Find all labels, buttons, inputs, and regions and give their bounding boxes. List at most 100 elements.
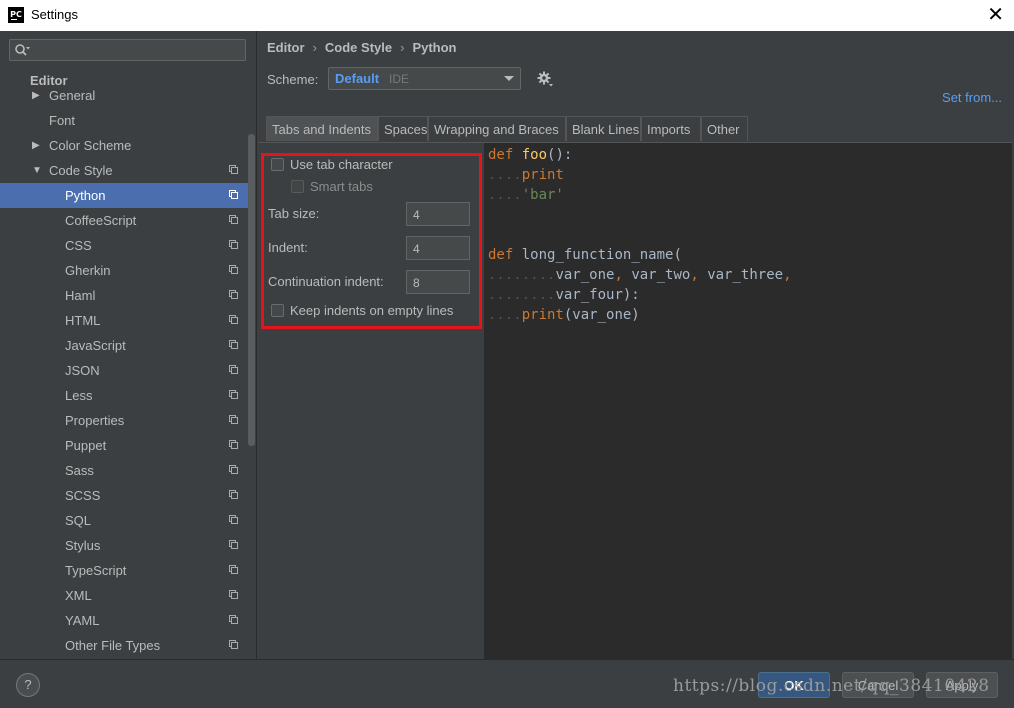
sidebar-item-color-scheme[interactable]: ▶ Color Scheme: [0, 133, 248, 158]
sidebar-item-label: Gherkin: [65, 263, 111, 278]
sidebar-scrollbar[interactable]: [248, 134, 255, 446]
sidebar-item-json[interactable]: JSON: [0, 358, 248, 383]
sidebar-item-label: SQL: [65, 513, 92, 528]
settings-search-box[interactable]: [9, 39, 246, 61]
gear-icon[interactable]: [537, 71, 553, 87]
breadcrumb-separator: ›: [400, 40, 405, 55]
window-title: Settings: [31, 7, 78, 22]
sidebar-item-label: Other File Types: [65, 638, 161, 653]
sidebar-item-label: Haml: [65, 288, 96, 303]
sidebar-item-label: JavaScript: [65, 338, 126, 353]
tab-imports[interactable]: Imports: [641, 116, 701, 141]
copy-scheme-icon: [229, 390, 238, 399]
sidebar-item-label: CoffeeScript: [65, 213, 137, 228]
code-line: ........var_one, var_two, var_three,: [488, 267, 792, 283]
pycharm-logo-icon: PC: [8, 7, 24, 23]
sidebar-item-haml[interactable]: Haml: [0, 283, 248, 308]
chevron-down-icon[interactable]: ▼: [32, 158, 42, 183]
sidebar-item-coffeescript[interactable]: CoffeeScript: [0, 208, 248, 233]
sidebar-item-properties[interactable]: Properties: [0, 408, 248, 433]
copy-scheme-icon: [229, 565, 238, 574]
breadcrumb-separator: ›: [312, 40, 317, 55]
scheme-label: Scheme:: [267, 72, 319, 87]
scheme-type: IDE: [389, 72, 410, 86]
sidebar-item-less[interactable]: Less: [0, 383, 248, 408]
sidebar-item-javascript[interactable]: JavaScript: [0, 333, 248, 358]
code-preview: def foo(): ....print ....'bar' def long_…: [484, 143, 1012, 659]
scheme-name: Default: [335, 71, 380, 86]
sidebar-item-python[interactable]: Python: [0, 183, 248, 208]
title-bar: PC Settings ✕: [0, 0, 1014, 31]
sidebar-item-code-style[interactable]: ▼ Code Style: [0, 158, 248, 183]
breadcrumb-python: Python: [412, 40, 457, 55]
sidebar-item-yaml[interactable]: YAML: [0, 608, 248, 633]
sidebar-item-general[interactable]: ▶ General: [0, 83, 248, 108]
apply-button[interactable]: Apply: [926, 672, 998, 698]
sidebar-item-label: YAML: [65, 613, 100, 628]
copy-scheme-icon: [229, 415, 238, 424]
copy-scheme-icon: [229, 215, 238, 224]
tab-tabs-and-indents[interactable]: Tabs and Indents: [266, 116, 378, 141]
sidebar-item-typescript[interactable]: TypeScript: [0, 558, 248, 583]
copy-scheme-icon: [229, 265, 238, 274]
copy-scheme-icon: [229, 640, 238, 649]
tab-wrapping-and-braces[interactable]: Wrapping and Braces: [428, 116, 566, 141]
sidebar-item-label: Font: [49, 113, 76, 128]
set-from-link[interactable]: Set from...: [942, 90, 1002, 105]
sidebar-item-label: Puppet: [65, 438, 107, 453]
sidebar-item-label: Sass: [65, 463, 94, 478]
code-line: def long_function_name(: [488, 247, 682, 263]
search-icon: [15, 44, 30, 56]
copy-scheme-icon: [229, 615, 238, 624]
breadcrumb-editor[interactable]: Editor: [267, 40, 305, 55]
ok-button[interactable]: OK: [758, 672, 830, 698]
breadcrumb-code-style[interactable]: Code Style: [325, 40, 392, 55]
tab-blank-lines[interactable]: Blank Lines: [566, 116, 641, 141]
sidebar-item-sql[interactable]: SQL: [0, 508, 248, 533]
copy-scheme-icon: [229, 190, 238, 199]
highlight-annotation-box: [261, 153, 482, 329]
tab-spaces[interactable]: Spaces: [378, 116, 428, 141]
sidebar-item-label: JSON: [65, 363, 100, 378]
close-icon[interactable]: ✕: [987, 4, 1004, 24]
sidebar-item-scss[interactable]: SCSS: [0, 483, 248, 508]
copy-scheme-icon: [229, 165, 238, 174]
sidebar-item-label: Color Scheme: [49, 138, 132, 153]
sidebar-item-label: XML: [65, 588, 92, 603]
cancel-button[interactable]: Cancel: [842, 672, 914, 698]
sidebar-item-other-file-types[interactable]: Other File Types: [0, 633, 248, 658]
sidebar-item-puppet[interactable]: Puppet: [0, 433, 248, 458]
copy-scheme-icon: [229, 540, 238, 549]
sidebar-item-xml[interactable]: XML: [0, 583, 248, 608]
settings-search-input[interactable]: [34, 41, 243, 61]
breadcrumb: Editor › Code Style › Python: [267, 40, 457, 55]
sidebar-item-gherkin[interactable]: Gherkin: [0, 258, 248, 283]
code-line: ....'bar': [488, 187, 564, 203]
sidebar-item-html[interactable]: HTML: [0, 308, 248, 333]
tab-other[interactable]: Other: [701, 116, 748, 141]
copy-scheme-icon: [229, 440, 238, 449]
sidebar-item-css[interactable]: CSS: [0, 233, 248, 258]
copy-scheme-icon: [229, 240, 238, 249]
sidebar-item-stylus[interactable]: Stylus: [0, 533, 248, 558]
sidebar-item-label: SCSS: [65, 488, 101, 503]
scheme-dropdown[interactable]: Default IDE: [328, 67, 521, 90]
code-line: ....print: [488, 167, 564, 183]
sidebar-item-label: Stylus: [65, 538, 101, 553]
copy-scheme-icon: [229, 365, 238, 374]
help-button[interactable]: ?: [16, 673, 40, 697]
sidebar-item-sass[interactable]: Sass: [0, 458, 248, 483]
chevron-down-icon: [504, 76, 514, 81]
copy-scheme-icon: [229, 465, 238, 474]
copy-scheme-icon: [229, 490, 238, 499]
code-line: def foo():: [488, 147, 573, 163]
copy-scheme-icon: [229, 290, 238, 299]
sidebar-item-label: Python: [65, 188, 106, 203]
sidebar-item-font[interactable]: Font: [0, 108, 248, 133]
sidebar-item-label: HTML: [65, 313, 101, 328]
chevron-right-icon[interactable]: ▶: [32, 83, 40, 108]
copy-scheme-icon: [229, 315, 238, 324]
code-line: ....print(var_one): [488, 307, 640, 323]
copy-scheme-icon: [229, 515, 238, 524]
chevron-right-icon[interactable]: ▶: [32, 133, 40, 158]
